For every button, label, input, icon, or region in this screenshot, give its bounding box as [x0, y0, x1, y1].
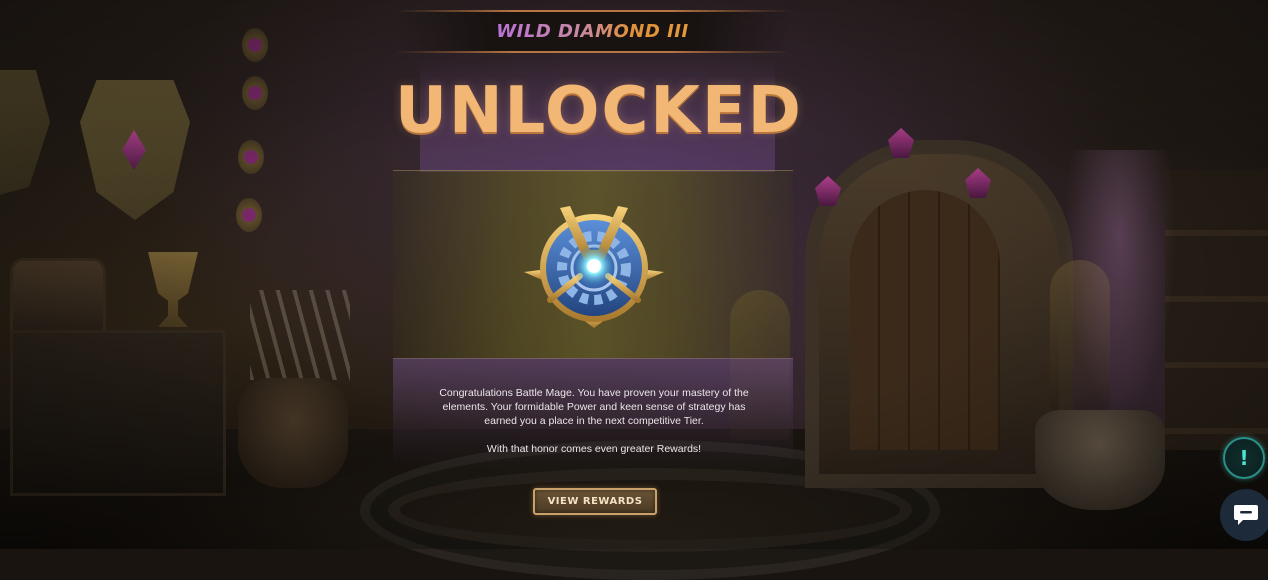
message-paragraph: With that honor comes even greater Rewar… — [486, 443, 702, 455]
unlocked-headline: UNLOCKED — [395, 74, 803, 148]
tier-title: WILD DIAMOND III — [496, 21, 689, 42]
chat-button[interactable] — [1220, 489, 1268, 541]
chat-icon — [1234, 505, 1258, 525]
diamond-tier-badge-icon — [524, 206, 664, 328]
tier-banner: WILD DIAMOND III — [395, 10, 790, 53]
message-paragraph: Congratulations Battle Mage. You have pr… — [439, 387, 749, 427]
congratulations-message: Congratulations Battle Mage. You have pr… — [430, 386, 758, 456]
view-rewards-button[interactable]: VIEW REWARDS — [533, 488, 657, 515]
alert-icon: ! — [1239, 446, 1249, 470]
alert-button[interactable]: ! — [1223, 437, 1265, 479]
